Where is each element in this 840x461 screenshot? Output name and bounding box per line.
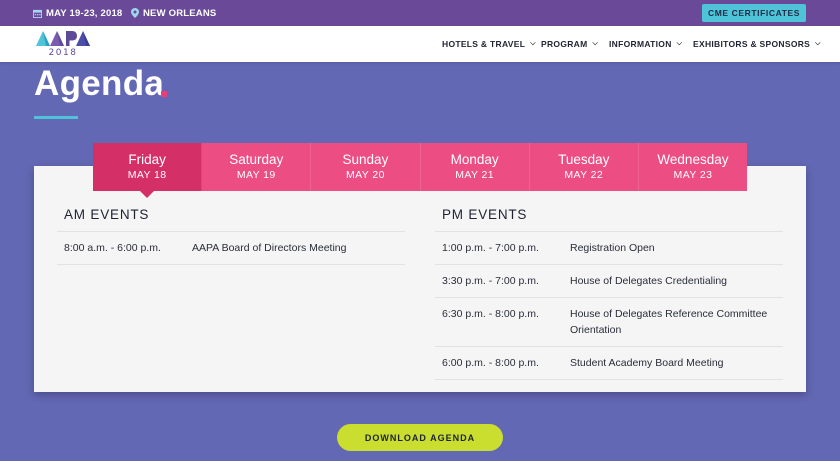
title-accent-dot [161,91,167,97]
nav-information[interactable]: INFORMATION ⌵ [609,26,682,62]
location-pin-icon [131,8,139,18]
row-divider [57,264,405,265]
event-date: MAY 19-23, 2018 [33,0,122,26]
event-time: 6:00 p.m. - 8:00 p.m. [442,357,539,369]
tab-friday[interactable]: Friday MAY 18 [93,143,203,198]
tab-saturday[interactable]: Saturday MAY 19 [202,143,312,191]
pm-events-heading: PM EVENTS [442,207,528,222]
pm-events: PM EVENTS 1:00 p.m. - 7:00 p.m. Registra… [435,205,783,380]
event-row: 1:00 p.m. - 7:00 p.m. Registration Open [435,231,783,264]
tab-wednesday[interactable]: Wednesday MAY 23 [638,143,748,191]
event-time: 1:00 p.m. - 7:00 p.m. [442,242,539,254]
page-title: Agenda [34,64,165,103]
chevron-down-icon: ⌵ [676,40,683,47]
event-name: Registration Open [570,242,655,254]
tab-date-label: MAY 23 [673,169,713,181]
tab-date-label: MAY 21 [455,169,494,181]
event-name: AAPA Board of Directors Meeting [192,242,347,254]
nav-program[interactable]: PROGRAM ⌵ [541,26,598,62]
calendar-icon [33,9,42,18]
event-date-text: MAY 19-23, 2018 [46,7,123,19]
event-row: 6:00 p.m. - 8:00 p.m. Student Academy Bo… [435,346,783,379]
event-location: NEW ORLEANS [131,0,216,26]
top-bar: MAY 19-23, 2018 NEW ORLEANS CME CERTIFIC… [0,0,840,26]
nav-exhibitors-sponsors[interactable]: EXHIBITORS & SPONSORS ⌵ [693,26,821,62]
aapa-logo-mark [36,31,90,46]
tab-day-label: Tuesday [558,152,610,167]
am-events: AM EVENTS 8:00 a.m. - 6:00 p.m. AAPA Boa… [57,205,405,265]
tab-date-label: MAY 22 [564,169,604,181]
tab-sunday[interactable]: Sunday MAY 20 [311,143,421,191]
event-row: 8:00 a.m. - 6:00 p.m. AAPA Board of Dire… [57,231,405,264]
day-tabs: Friday MAY 18 Saturday MAY 19 Sunday MAY… [93,143,748,198]
cme-certificates-button[interactable]: CME CERTIFICATES [702,4,806,22]
tab-date-label: MAY 18 [127,169,167,181]
event-name: Student Academy Board Meeting [570,357,724,369]
chevron-down-icon: ⌵ [592,40,599,47]
title-underline [34,116,78,119]
chevron-down-icon: ⌵ [530,40,536,47]
tab-day-label: Wednesday [657,152,729,167]
event-location-text: NEW ORLEANS [143,7,217,19]
nav-program-label: PROGRAM [541,39,588,49]
tab-tuesday[interactable]: Tuesday MAY 22 [529,143,639,191]
event-row: 3:30 p.m. - 7:00 p.m. House of Delegates… [435,264,783,297]
tab-date-label: MAY 19 [236,169,276,181]
event-time: 3:30 p.m. - 7:00 p.m. [442,275,539,287]
nav-information-label: INFORMATION [609,39,672,49]
tab-day-label: Sunday [342,152,389,167]
nav-exhibitors-sponsors-label: EXHIBITORS & SPONSORS [693,39,811,49]
event-row: 6:30 p.m. - 8:00 p.m. House of Delegates… [435,297,783,346]
tab-date-label: MAY 20 [346,169,385,181]
event-name: House of Delegates Credentialing [570,275,728,287]
tab-monday[interactable]: Monday MAY 21 [420,143,530,191]
download-agenda-button[interactable]: DOWNLOAD AGENDA [337,424,503,451]
tab-day-label: Saturday [229,152,284,167]
chevron-down-icon: ⌵ [815,40,821,47]
am-events-heading: AM EVENTS [64,207,150,222]
row-divider [435,379,783,380]
event-time: 6:30 p.m. - 8:00 p.m. [442,308,539,320]
main-nav: 2018 HOTELS & TRAVEL ⌵ PROGRAM ⌵ INFORMA… [0,26,840,62]
tab-day-label: Monday [450,152,499,167]
logo-year: 2018 [48,48,78,58]
tab-day-label: Friday [128,152,166,167]
event-name: House of Delegates Reference Committee O… [570,308,768,336]
nav-hotels-travel[interactable]: HOTELS & TRAVEL ⌵ [442,26,536,62]
event-time: 8:00 a.m. - 6:00 p.m. [64,242,161,254]
aapa-logo[interactable]: 2018 [34,29,92,61]
nav-hotels-travel-label: HOTELS & TRAVEL [442,39,526,49]
